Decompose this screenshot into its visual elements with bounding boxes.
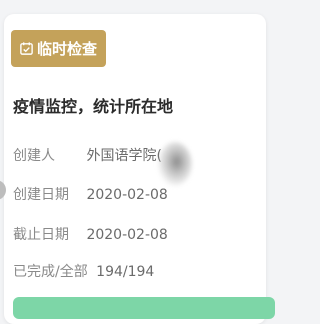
creator-row: 创建人 外国语学院(: [13, 145, 162, 165]
redacted-blur: [158, 142, 192, 186]
completion-progress-bar: [13, 297, 275, 319]
calendar-check-icon: [20, 42, 33, 55]
creator-value: 外国语学院(: [86, 148, 162, 164]
deadline-value: 2020-02-08: [86, 227, 168, 243]
task-card[interactable]: 临时检查 疫情监控，统计所在地 创建人 外国语学院( 创建日期 2020-02-…: [4, 14, 275, 324]
deadline-label: 截止日期: [13, 227, 69, 243]
completion-value: 194/194: [96, 264, 155, 280]
created-date-label: 创建日期: [13, 187, 69, 203]
badge-label: 临时检查: [37, 40, 98, 58]
temporary-check-badge: 临时检查: [11, 30, 107, 67]
completion-row: 已完成/全部 194/194: [13, 261, 154, 281]
created-date-row: 创建日期 2020-02-08: [13, 184, 168, 204]
deadline-row: 截止日期 2020-02-08: [13, 224, 168, 244]
created-date-value: 2020-02-08: [86, 187, 168, 203]
creator-label: 创建人: [13, 148, 55, 164]
task-title: 疫情监控，统计所在地: [13, 97, 174, 116]
completion-label: 已完成/全部: [13, 264, 88, 280]
